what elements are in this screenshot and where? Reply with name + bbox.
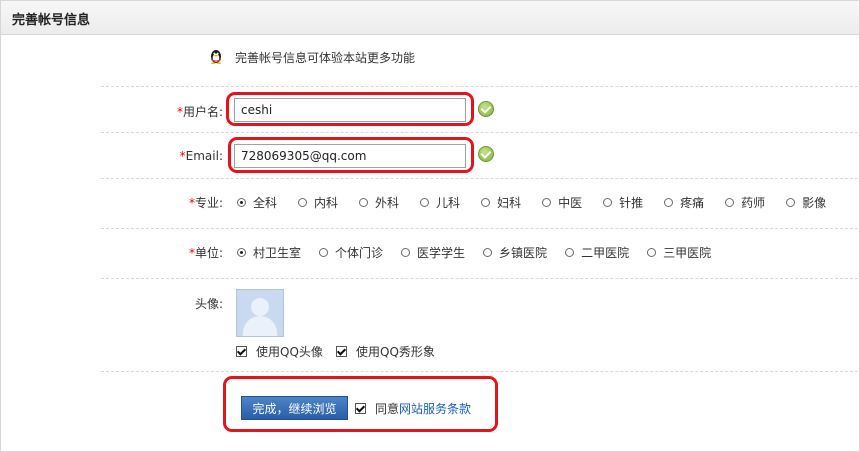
major-radio[interactable]: 外科 <box>359 194 399 211</box>
major-radio-label: 影像 <box>802 195 827 210</box>
major-radio-label: 儿科 <box>436 195 461 210</box>
unit-radio-label: 个体门诊 <box>335 245 384 260</box>
major-radio[interactable]: 儿科 <box>420 194 460 211</box>
major-radio-label: 针推 <box>619 195 644 210</box>
radio-dot[interactable] <box>483 247 493 257</box>
unit-radio-label: 二甲医院 <box>581 245 630 260</box>
unit-radio[interactable]: 三甲医院 <box>647 244 711 261</box>
major-radio-label: 内科 <box>314 195 339 210</box>
major-radio[interactable]: 疼痛 <box>664 194 704 211</box>
unit-radio[interactable]: 个体门诊 <box>319 244 383 261</box>
unit-label: *单位: <box>188 246 223 260</box>
avatar <box>236 289 284 337</box>
row-divider <box>101 132 858 133</box>
major-radio-group: 全科 内科 外科 儿科 妇科 中医 针推 疼痛 药师 影像 <box>237 194 847 210</box>
major-radio[interactable]: 药师 <box>725 194 765 211</box>
unit-radio-label: 乡镇医院 <box>499 245 548 260</box>
radio-dot[interactable] <box>786 197 796 207</box>
major-radio-label: 外科 <box>375 195 400 210</box>
major-radio-label: 妇科 <box>497 195 522 210</box>
radio-dot[interactable] <box>725 197 735 207</box>
major-label: *专业: <box>188 196 223 210</box>
radio-dot[interactable] <box>401 247 411 257</box>
qq-penguin-icon <box>211 50 221 64</box>
radio-dot[interactable] <box>359 197 369 207</box>
row-divider <box>101 178 858 179</box>
email-highlight <box>228 137 474 173</box>
row-divider <box>101 371 858 372</box>
username-check-icon <box>478 101 494 117</box>
unit-radio[interactable]: 医学学生 <box>401 244 465 261</box>
tip-text: 完善帐号信息可体验本站更多功能 <box>235 51 416 65</box>
major-radio[interactable]: 全科 <box>237 194 277 211</box>
radio-dot[interactable] <box>319 247 329 257</box>
unit-radio-label: 医学学生 <box>417 245 466 260</box>
use-qq-avatar-checkbox[interactable]: 使用QQ头像 <box>236 343 323 360</box>
radio-dot[interactable] <box>298 197 308 207</box>
major-radio[interactable]: 影像 <box>786 194 826 211</box>
checkbox-box[interactable] <box>336 346 347 357</box>
radio-dot[interactable] <box>603 197 613 207</box>
username-label: *用户名: <box>176 105 223 119</box>
email-check-icon <box>478 146 494 162</box>
unit-radio-group: 村卫生室 个体门诊 医学学生 乡镇医院 二甲医院 三甲医院 <box>237 244 729 260</box>
radio-dot[interactable] <box>237 197 246 207</box>
major-radio-label: 药师 <box>741 195 766 210</box>
panel-title: 完善帐号信息 <box>12 13 91 28</box>
row-divider <box>101 228 858 229</box>
radio-dot[interactable] <box>237 247 246 257</box>
submit-highlight <box>223 376 498 432</box>
major-radio[interactable]: 针推 <box>603 194 643 211</box>
unit-radio[interactable]: 村卫生室 <box>237 244 301 261</box>
checkbox-box[interactable] <box>236 346 247 357</box>
major-radio-label: 疼痛 <box>680 195 705 210</box>
avatar-label: 头像: <box>194 297 223 311</box>
row-divider <box>101 278 858 279</box>
unit-radio-label: 村卫生室 <box>253 245 302 260</box>
radio-dot[interactable] <box>420 197 430 207</box>
radio-dot[interactable] <box>565 247 575 257</box>
panel-header: 完善帐号信息 <box>1 1 859 35</box>
use-qq-show-checkbox[interactable]: 使用QQ秀形象 <box>336 343 435 360</box>
unit-radio[interactable]: 乡镇医院 <box>483 244 547 261</box>
use-qq-avatar-label: 使用QQ头像 <box>256 345 323 359</box>
major-radio-label: 全科 <box>253 195 278 210</box>
unit-radio-label: 三甲医院 <box>663 245 712 260</box>
use-qq-show-label: 使用QQ秀形象 <box>356 345 435 359</box>
major-radio-label: 中医 <box>558 195 583 210</box>
major-radio[interactable]: 中医 <box>542 194 582 211</box>
unit-radio[interactable]: 二甲医院 <box>565 244 629 261</box>
radio-dot[interactable] <box>542 197 552 207</box>
major-radio[interactable]: 内科 <box>298 194 338 211</box>
username-highlight <box>226 92 474 126</box>
radio-dot[interactable] <box>647 247 657 257</box>
radio-dot[interactable] <box>664 197 674 207</box>
row-divider <box>101 86 858 87</box>
major-radio[interactable]: 妇科 <box>481 194 521 211</box>
avatar-head-shape <box>251 298 269 316</box>
avatar-body-shape <box>243 316 277 336</box>
email-label: *Email: <box>179 149 223 163</box>
radio-dot[interactable] <box>481 197 491 207</box>
